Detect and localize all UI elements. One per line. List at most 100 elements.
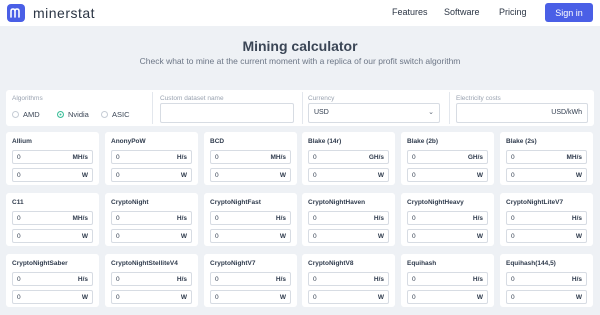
hashrate-unit: H/s xyxy=(571,215,582,222)
hashrate-value: 0 xyxy=(412,276,416,283)
hashrate-unit: MH/s xyxy=(566,154,582,161)
algorithm-card: AnonyPoW 0 H/s 0 W xyxy=(105,132,198,185)
radio-nvidia[interactable]: Nvidia xyxy=(57,110,89,119)
hashrate-input[interactable]: 0 GH/s xyxy=(308,150,389,164)
hashrate-input[interactable]: 0 H/s xyxy=(407,272,488,286)
power-input[interactable]: 0W xyxy=(506,290,587,304)
hashrate-unit: MH/s xyxy=(270,154,286,161)
algorithm-name: Blake (2b) xyxy=(407,138,439,145)
power-input[interactable]: 0W xyxy=(111,168,192,182)
power-value: 0 xyxy=(116,294,120,301)
hashrate-unit: H/s xyxy=(472,276,483,283)
settings-divider xyxy=(449,92,450,124)
minerstat-logo-icon xyxy=(7,4,25,22)
algorithm-name: CryptoNightLiteV7 xyxy=(506,199,564,206)
power-input[interactable]: 0W xyxy=(308,229,389,243)
hashrate-value: 0 xyxy=(17,215,21,222)
hashrate-input[interactable]: 0 MH/s xyxy=(506,150,587,164)
power-input[interactable]: 0W xyxy=(210,229,291,243)
power-input[interactable]: 0W xyxy=(12,229,93,243)
algorithms-label: Algorithms xyxy=(12,95,43,102)
power-input[interactable]: 0W xyxy=(111,290,192,304)
hashrate-input[interactable]: 0 H/s xyxy=(12,272,93,286)
power-unit: W xyxy=(279,294,286,301)
power-value: 0 xyxy=(215,172,219,179)
power-value: 0 xyxy=(17,172,21,179)
hashrate-input[interactable]: 0 MH/s xyxy=(210,150,291,164)
hashrate-value: 0 xyxy=(511,154,515,161)
power-unit: W xyxy=(377,233,384,240)
hashrate-input[interactable]: 0 H/s xyxy=(308,272,389,286)
hashrate-input[interactable]: 0 H/s xyxy=(210,211,291,225)
radio-asic-label: ASIC xyxy=(112,110,130,119)
power-unit: W xyxy=(279,172,286,179)
currency-value: USD xyxy=(314,109,329,116)
hashrate-input[interactable]: 0 H/s xyxy=(407,211,488,225)
currency-label: Currency xyxy=(308,95,335,102)
brand-logo[interactable]: minerstat xyxy=(7,4,95,22)
page-subtitle: Check what to mine at the current moment… xyxy=(139,56,461,66)
power-value: 0 xyxy=(116,172,120,179)
hashrate-input[interactable]: 0 H/s xyxy=(111,211,192,225)
currency-select[interactable]: USD ⌄ xyxy=(308,103,440,123)
hashrate-input[interactable]: 0 MH/s xyxy=(12,150,93,164)
power-unit: W xyxy=(180,233,187,240)
hashrate-input[interactable]: 0 H/s xyxy=(506,211,587,225)
hashrate-input[interactable]: 0 MH/s xyxy=(12,211,93,225)
power-input[interactable]: 0W xyxy=(12,168,93,182)
custom-dataset-input[interactable] xyxy=(160,103,294,123)
algorithm-name: CryptoNightHeavy xyxy=(407,199,464,206)
hashrate-input[interactable]: 0 H/s xyxy=(111,272,192,286)
power-input[interactable]: 0W xyxy=(12,290,93,304)
hashrate-value: 0 xyxy=(17,276,21,283)
hashrate-unit: H/s xyxy=(176,215,187,222)
algorithm-name: BCD xyxy=(210,138,225,145)
hashrate-input[interactable]: 0 H/s xyxy=(506,272,587,286)
power-input[interactable]: 0W xyxy=(210,168,291,182)
power-input[interactable]: 0W xyxy=(111,229,192,243)
settings-divider xyxy=(152,92,153,124)
algorithm-card: Equihash 0 H/s 0 W xyxy=(401,254,494,307)
power-input[interactable]: 0W xyxy=(407,168,488,182)
chevron-down-icon: ⌄ xyxy=(428,109,434,116)
hashrate-input[interactable]: 0 H/s xyxy=(308,211,389,225)
power-value: 0 xyxy=(313,172,317,179)
algorithm-card: CryptoNightHaven 0 H/s 0 W xyxy=(302,193,395,246)
hashrate-input[interactable]: 0 GH/s xyxy=(407,150,488,164)
hashrate-unit: H/s xyxy=(571,276,582,283)
radio-asic-indicator xyxy=(101,111,108,118)
power-value: 0 xyxy=(116,233,120,240)
power-unit: W xyxy=(180,172,187,179)
hashrate-unit: H/s xyxy=(176,154,187,161)
power-unit: W xyxy=(279,233,286,240)
power-unit: W xyxy=(377,172,384,179)
power-value: 0 xyxy=(17,233,21,240)
power-input[interactable]: 0W xyxy=(506,229,587,243)
power-unit: W xyxy=(575,294,582,301)
hashrate-unit: H/s xyxy=(472,215,483,222)
power-input[interactable]: 0W xyxy=(210,290,291,304)
power-input[interactable]: 0W xyxy=(506,168,587,182)
hashrate-value: 0 xyxy=(412,215,416,222)
power-input[interactable]: 0W xyxy=(308,290,389,304)
nav-link-pricing[interactable]: Pricing xyxy=(499,7,527,17)
nav-link-features[interactable]: Features xyxy=(392,7,428,17)
hashrate-unit: H/s xyxy=(77,276,88,283)
power-input[interactable]: 0W xyxy=(407,290,488,304)
hashrate-input[interactable]: 0 H/s xyxy=(111,150,192,164)
electricity-costs-input[interactable]: USD/kWh xyxy=(456,103,588,123)
power-input[interactable]: 0W xyxy=(308,168,389,182)
radio-asic[interactable]: ASIC xyxy=(101,110,130,119)
power-value: 0 xyxy=(215,233,219,240)
hashrate-input[interactable]: 0 H/s xyxy=(210,272,291,286)
radio-amd[interactable]: AMD xyxy=(12,110,40,119)
power-value: 0 xyxy=(511,294,515,301)
power-unit: W xyxy=(377,294,384,301)
power-unit: W xyxy=(81,294,88,301)
settings-divider xyxy=(302,92,303,124)
nav-link-software[interactable]: Software xyxy=(444,7,480,17)
sign-in-button[interactable]: Sign in xyxy=(545,3,593,22)
algorithm-card: CryptoNightV7 0 H/s 0 W xyxy=(204,254,297,307)
power-unit: W xyxy=(575,172,582,179)
power-input[interactable]: 0W xyxy=(407,229,488,243)
